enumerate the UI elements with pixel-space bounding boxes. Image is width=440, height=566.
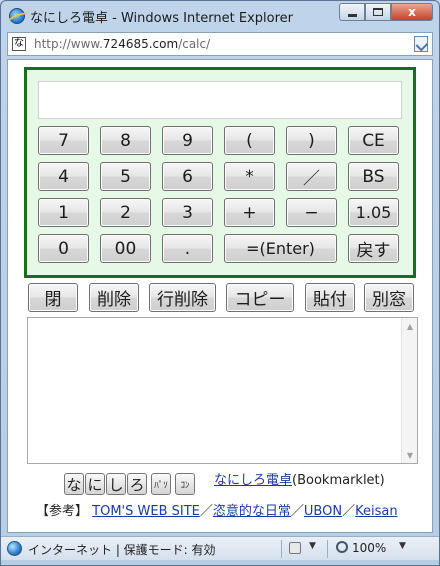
key-8[interactable]: 8 xyxy=(100,126,151,155)
minimize-icon xyxy=(347,13,357,17)
key-divide[interactable]: ／ xyxy=(286,162,337,191)
security-lock-icon[interactable] xyxy=(289,542,301,554)
key-2[interactable]: 2 xyxy=(100,198,151,227)
calculator-keypad: 7 8 9() CE 4 5 6 * ／ BS 1 2 3 + −1.05 0 00. =(Enter) 戻す xyxy=(38,126,402,263)
key-open-paren[interactable]: ( xyxy=(224,126,275,155)
maximize-button[interactable] xyxy=(365,3,391,21)
globe-icon xyxy=(7,541,22,556)
key-plus[interactable]: + xyxy=(224,198,275,227)
status-divider xyxy=(281,540,282,558)
reference-link-1[interactable]: 恣意的な日常 xyxy=(213,504,291,519)
reference-separator: ／ xyxy=(290,504,304,519)
reference-link-0[interactable]: TOM'S WEB SITE xyxy=(92,504,200,519)
calculator-panel: 7 8 9() CE 4 5 6 * ／ BS 1 2 3 + −1.05 0 00. =(Enter) 戻す xyxy=(24,67,416,278)
window-controls: x xyxy=(339,3,433,21)
zoom-level[interactable]: 100% xyxy=(352,541,386,555)
reference-link-2[interactable]: UBON xyxy=(304,504,342,519)
bookmarklet-button-0[interactable]: な xyxy=(64,473,84,495)
vertical-scrollbar[interactable]: ▲ ▼ xyxy=(401,318,417,463)
security-zone-text[interactable]: インターネット | 保護モード: 有効 xyxy=(28,541,216,558)
bookmarklet-suffix: (Bookmarklet) xyxy=(292,473,385,488)
bookmarklet-button-1[interactable]: に xyxy=(85,473,105,495)
reference-links: 【参考】 TOM'S WEB SITE／恣意的な日常／UBON／Keisan xyxy=(36,500,398,519)
paste-button[interactable]: 貼付 xyxy=(305,283,355,312)
url-domain: 724685.com xyxy=(102,37,179,51)
key-4[interactable]: 4 xyxy=(38,162,89,191)
status-bar: インターネット | 保護モード: 有効 ▼ 100% ▼ xyxy=(1,536,439,560)
scroll-down-icon[interactable]: ▼ xyxy=(402,447,418,463)
title-bar[interactable]: なにしろ電卓 - Windows Internet Explorer x xyxy=(1,1,439,31)
close-icon: x xyxy=(408,5,416,19)
site-favicon-icon: な xyxy=(12,37,26,51)
key-1[interactable]: 1 xyxy=(38,198,89,227)
zoom-icon[interactable] xyxy=(336,541,348,553)
status-divider xyxy=(327,540,328,558)
new-window-button[interactable]: 別窓 xyxy=(364,283,414,312)
key-equals[interactable]: =(Enter) xyxy=(224,234,337,263)
reference-link-3[interactable]: Keisan xyxy=(355,504,397,519)
browser-window: なにしろ電卓 - Windows Internet Explorer x な h… xyxy=(0,0,440,566)
key-6[interactable]: 6 xyxy=(162,162,213,191)
internet-explorer-icon xyxy=(9,8,25,24)
bookmarklet-button-4[interactable]: ﾊﾟｿ xyxy=(151,473,171,495)
minimize-button[interactable] xyxy=(339,3,365,21)
key-9[interactable]: 9 xyxy=(162,126,213,155)
bookmarklet-caption: なにしろ電卓(Bookmarklet) xyxy=(214,469,385,488)
bookmarklet-button-3[interactable]: ろ xyxy=(127,473,147,495)
action-buttons: 閉削除 行削除 コピー 貼付 別窓 xyxy=(28,283,418,312)
key-tax[interactable]: 1.05 xyxy=(348,198,399,227)
url-text[interactable]: http://www.724685.com/calc/ xyxy=(34,37,210,51)
key-00[interactable]: 00 xyxy=(100,234,151,263)
key-undo[interactable]: 戻す xyxy=(348,234,399,263)
url-suffix: /calc/ xyxy=(178,37,211,51)
chevron-down-icon[interactable]: ▼ xyxy=(309,541,316,551)
bookmarklet-button-2[interactable]: し xyxy=(106,473,126,495)
key-backspace[interactable]: BS xyxy=(348,162,399,191)
key-clear-entry[interactable]: CE xyxy=(348,126,399,155)
maximize-icon xyxy=(373,8,383,16)
scroll-up-icon[interactable]: ▲ xyxy=(402,318,418,334)
bookmarklet-row: ｺﾝ ﾊﾟｿろしにな なにしろ電卓(Bookmarklet) xyxy=(64,473,424,495)
key-decimal[interactable]: . xyxy=(162,234,213,263)
key-3[interactable]: 3 xyxy=(162,198,213,227)
reference-separator: ／ xyxy=(199,504,213,519)
delete-line-button[interactable]: 行削除 xyxy=(149,283,216,312)
history-textarea[interactable]: ▲ ▼ xyxy=(27,317,418,464)
bookmarklet-button-5[interactable]: ｺﾝ xyxy=(175,473,195,495)
page-compat-icon[interactable] xyxy=(414,36,428,52)
address-bar[interactable]: な http://www.724685.com/calc/ xyxy=(7,32,433,56)
close-window-button[interactable]: x xyxy=(391,3,433,21)
bookmarklet-link[interactable]: なにしろ電卓 xyxy=(214,473,292,488)
close-button[interactable]: 閉 xyxy=(28,283,78,312)
key-7[interactable]: 7 xyxy=(38,126,89,155)
page-content: 7 8 9() CE 4 5 6 * ／ BS 1 2 3 + −1.05 0 00. =(Enter) 戻す 閉削… xyxy=(7,59,433,533)
zoom-dropdown-icon[interactable]: ▼ xyxy=(399,541,406,551)
reference-separator: ／ xyxy=(342,504,356,519)
reference-prefix: 【参考】 xyxy=(36,504,89,519)
url-prefix: http://www. xyxy=(34,37,103,51)
key-0[interactable]: 0 xyxy=(38,234,89,263)
window-title: なにしろ電卓 - Windows Internet Explorer xyxy=(30,11,293,26)
key-close-paren[interactable]: ) xyxy=(286,126,337,155)
copy-button[interactable]: コピー xyxy=(226,283,294,312)
key-multiply[interactable]: * xyxy=(224,162,275,191)
key-5[interactable]: 5 xyxy=(100,162,151,191)
delete-button[interactable]: 削除 xyxy=(89,283,139,312)
key-minus[interactable]: − xyxy=(286,198,337,227)
calculator-display[interactable] xyxy=(38,81,402,119)
